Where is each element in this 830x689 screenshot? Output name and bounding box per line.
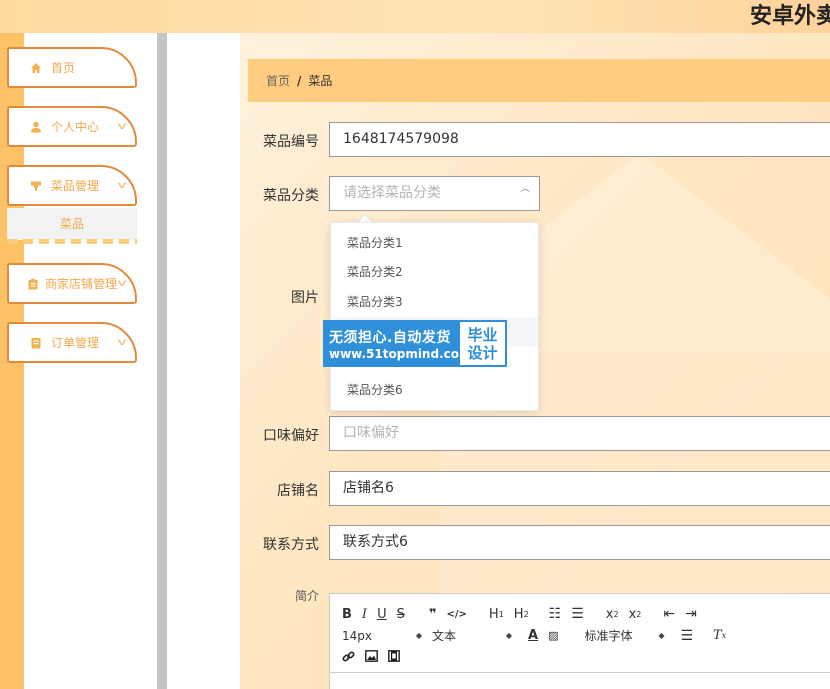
bold-icon[interactable]: B (342, 606, 352, 622)
outdent-icon[interactable]: ⇤ (663, 606, 675, 622)
watermark-url: www.51topmind.com (329, 346, 472, 361)
underline-icon[interactable]: U (377, 606, 387, 622)
watermark-slogan: 无须担心.自动发货 (329, 329, 451, 346)
bullet-list-icon[interactable]: ☰ (571, 606, 584, 622)
image-icon[interactable] (365, 648, 378, 664)
store-input[interactable]: 店铺名6 (329, 471, 830, 506)
breadcrumb-current: 菜品 (308, 74, 333, 88)
heading1-icon[interactable]: H1 (489, 606, 504, 622)
chevron-down-icon: v (117, 121, 127, 132)
ordered-list-icon[interactable]: ☷ (549, 606, 562, 622)
font-size-select[interactable]: 14px ◆ (342, 629, 432, 643)
subitem-divider (7, 239, 137, 244)
align-icon[interactable]: ☰ (680, 628, 693, 644)
sidebar-scrollbar[interactable] (157, 33, 167, 689)
watermark-right-line1: 毕业 (467, 325, 498, 344)
subscript-icon[interactable]: x2 (606, 606, 619, 622)
order-icon (29, 336, 43, 350)
heading2-icon[interactable]: H2 (514, 606, 529, 622)
user-icon (29, 120, 43, 134)
chevron-down-icon: v (117, 337, 127, 348)
watermark-logo: 无须担心.自动发货 www.51topmind.com 毕业 设计 (323, 320, 507, 367)
sidebar-item-label: 个人中心 (51, 120, 100, 134)
top-bar: 安卓外卖 (0, 0, 830, 33)
home-icon (29, 61, 43, 75)
category-placeholder: 请选择菜品分类 (343, 185, 441, 201)
clear-format-icon[interactable]: Tx (713, 628, 726, 644)
watermark-right-line2: 设计 (467, 343, 498, 362)
store-label: 店铺名 (277, 483, 319, 499)
font-family-select[interactable]: 标准字体 ◆ (584, 627, 674, 644)
chevron-down-icon: v (117, 278, 127, 289)
dropdown-option[interactable]: 菜品分类6 (331, 375, 538, 405)
text-type-value: 文本 (432, 629, 457, 643)
sidebar-subitem-dish[interactable]: 菜品 (7, 208, 137, 240)
select-arrows-icon: ◆ (505, 631, 512, 640)
image-label: 图片 (291, 290, 319, 306)
editor-divider (330, 672, 830, 673)
watermark-left: 无须担心.自动发货 www.51topmind.com (325, 322, 472, 365)
blockquote-icon[interactable]: ❞ (429, 606, 437, 622)
sidebar-item-dish-manage[interactable]: 菜品管理 v (7, 165, 137, 206)
store-icon (26, 277, 40, 291)
sidebar-item-store-manage[interactable]: 商家店铺管理 v (7, 263, 137, 304)
breadcrumb: 首页 / 菜品 (248, 59, 830, 102)
editor-toolbar-row-1: B I U S ❞ </> H1 H2 ☷ ☰ x2 x2 ⇤ ⇥ (342, 606, 707, 622)
strikethrough-icon[interactable]: S (397, 606, 405, 622)
code-label: 菜品编号 (263, 134, 319, 150)
dish-icon (29, 179, 43, 193)
sidebar-item-personal[interactable]: 个人中心 v (7, 106, 137, 147)
text-type-select[interactable]: 文本 ◆ (432, 627, 522, 644)
dropdown-option[interactable]: 菜品分类2 (331, 257, 538, 287)
video-icon[interactable] (388, 648, 400, 664)
font-family-value: 标准字体 (584, 629, 633, 643)
link-icon[interactable] (342, 648, 355, 664)
select-arrows-icon: ◆ (415, 631, 422, 640)
sidebar-item-home[interactable]: 首页 (7, 47, 137, 88)
indent-icon[interactable]: ⇥ (685, 606, 697, 622)
font-color-icon[interactable]: A (528, 628, 538, 644)
app-title: 安卓外卖 (749, 4, 830, 29)
breadcrumb-home[interactable]: 首页 (266, 72, 290, 89)
taste-label: 口味偏好 (263, 428, 319, 444)
contact-input[interactable]: 联系方式6 (329, 525, 830, 560)
background-color-icon[interactable]: ▨ (548, 628, 558, 644)
editor-toolbar-row-2: 14px ◆ 文本 ◆ A ▨ 标准字体 ◆ ☰ Tx (342, 627, 736, 644)
sidebar-item-label: 商家店铺管理 (45, 277, 118, 291)
sidebar-item-label: 首页 (51, 61, 76, 75)
italic-icon[interactable]: I (362, 606, 367, 622)
intro-label: 简介 (294, 589, 319, 603)
breadcrumb-separator: / (297, 73, 302, 88)
font-size-value: 14px (342, 628, 372, 643)
category-select[interactable]: 请选择菜品分类 ^ (329, 176, 540, 211)
chevron-up-icon: ^ (518, 188, 532, 199)
category-dropdown: 菜品分类1 菜品分类2 菜品分类3 菜品分类6 (330, 222, 539, 411)
taste-input[interactable]: 口味偏好 (329, 416, 830, 451)
code-input[interactable]: 1648174579098 (329, 122, 830, 157)
code-block-icon[interactable]: </> (446, 606, 466, 622)
chevron-down-icon: v (117, 180, 127, 191)
sidebar-item-label: 订单管理 (51, 336, 100, 350)
superscript-icon[interactable]: x2 (629, 606, 642, 622)
watermark-right: 毕业 设计 (460, 322, 505, 365)
intro-editor[interactable]: B I U S ❞ </> H1 H2 ☷ ☰ x2 x2 ⇤ ⇥ 14px ◆… (329, 593, 830, 689)
sidebar-gap (167, 33, 240, 689)
dropdown-option[interactable]: 菜品分类1 (331, 228, 538, 258)
editor-toolbar-row-3 (342, 648, 410, 664)
select-arrows-icon: ◆ (658, 631, 665, 640)
sidebar-item-label: 菜品管理 (51, 179, 100, 193)
sidebar-item-order-manage[interactable]: 订单管理 v (7, 322, 137, 363)
category-label: 菜品分类 (263, 188, 319, 204)
dropdown-option[interactable]: 菜品分类3 (331, 287, 538, 317)
contact-label: 联系方式 (263, 537, 319, 553)
